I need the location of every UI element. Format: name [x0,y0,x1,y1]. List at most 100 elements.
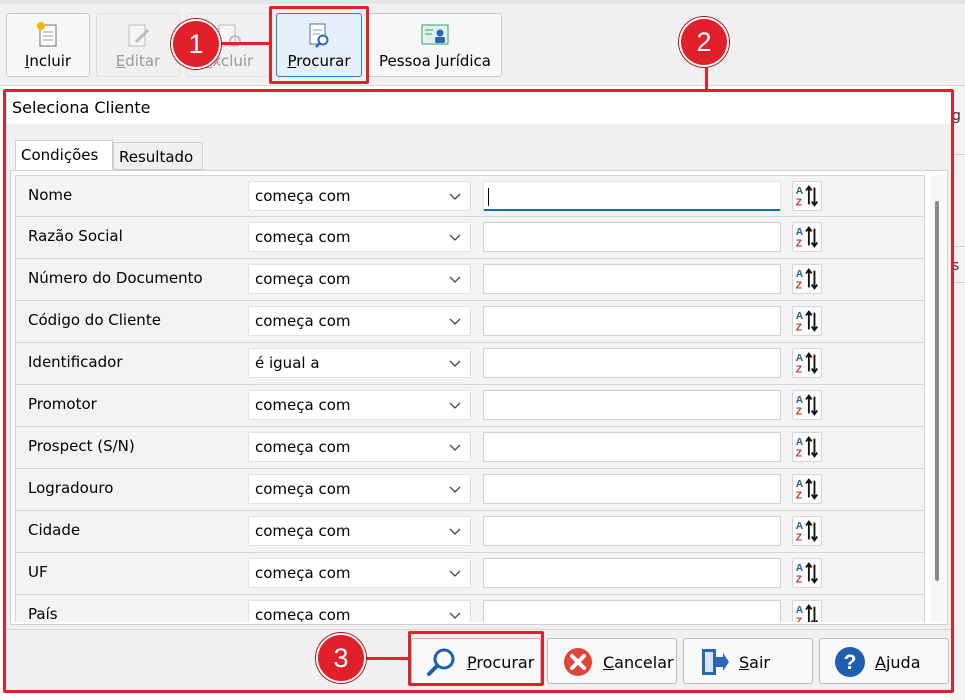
condition-value-input[interactable] [483,600,781,622]
cancelar-button-label: Cancelar [603,653,674,672]
operator-value: começa com [255,606,351,622]
cancel-icon [564,648,592,676]
operator-select[interactable]: começa com [248,264,471,294]
operator-select[interactable]: começa com [248,390,471,420]
condition-row: Número do Documento começa com A Z [15,259,925,301]
svg-text:A: A [796,563,804,574]
operator-select[interactable]: começa com [248,474,471,504]
condition-value-input[interactable] [483,516,781,546]
sort-button[interactable]: AZ [792,390,822,420]
sort-az-icon: AZ [796,185,819,208]
chevron-down-icon [449,444,461,451]
operator-select[interactable]: começa com [248,222,471,252]
dialog-title: Seleciona Cliente [5,92,951,124]
chevron-down-icon [449,486,461,493]
edit-document-icon [128,24,150,47]
sair-button-label: Sair [739,653,770,672]
sort-az-icon: AZ [796,352,819,375]
pessoa-juridica-button[interactable]: Pessoa Jurídica [368,13,502,77]
svg-text:A: A [796,311,804,322]
sort-button[interactable]: AZ [792,222,822,252]
field-name-label: Logradouro [28,479,114,497]
tab-condicoes-label: Condições [21,146,99,164]
chevron-down-icon [449,193,461,200]
chevron-down-icon [449,528,461,535]
condition-value-input[interactable] [483,306,781,336]
dialog-button-bar: Procurar Cancelar Sair ? Ajuda [5,629,951,692]
incluir-button[interactable]: Incluir [6,13,90,77]
help-icon: ? [835,647,865,677]
sort-button[interactable]: AZ [792,181,822,211]
condition-row: Nome começa com A Z [15,175,925,217]
sort-az-icon: AZ [796,478,819,501]
procurar-label: Procurar [287,52,351,70]
chevron-down-icon [449,234,461,241]
operator-select[interactable]: começa com [248,306,471,336]
svg-text:Z: Z [796,280,802,291]
sort-button[interactable]: AZ [792,474,822,504]
operator-select[interactable]: começa com [248,181,471,211]
pessoa-juridica-label: Pessoa Jurídica [379,52,491,70]
condition-value-input[interactable] [483,181,781,211]
svg-text:Z: Z [796,322,802,333]
svg-text:A: A [796,227,804,238]
condition-row: UF começa com A Z [15,553,925,595]
condition-row: Razão Social começa com A Z [15,217,925,259]
field-name-label: País [28,605,58,622]
svg-text:Z: Z [796,406,802,417]
sort-button[interactable]: AZ [792,348,822,378]
sort-az-icon: AZ [796,226,819,249]
chevron-down-icon [449,570,461,577]
svg-text:A: A [796,395,804,406]
vertical-scrollbar[interactable] [931,175,945,622]
cancelar-button[interactable]: Cancelar [547,638,677,684]
condition-value-input[interactable] [483,390,781,420]
sort-button[interactable]: AZ [792,432,822,462]
sort-button[interactable]: AZ [792,558,822,588]
exit-door-icon [702,649,729,675]
sort-button[interactable]: AZ [792,264,822,294]
sort-az-icon: AZ [796,394,819,417]
chevron-down-icon [449,276,461,283]
editar-button[interactable]: Editar [96,13,180,77]
chevron-down-icon [449,360,461,367]
editar-label: Editar [115,52,161,70]
operator-select[interactable]: começa com [248,600,471,622]
operator-value: começa com [255,564,351,582]
condition-value-input[interactable] [483,264,781,294]
operator-select[interactable]: começa com [248,432,471,462]
condition-row: País começa com A Z [15,595,925,622]
svg-text:Z: Z [796,616,802,622]
sort-button[interactable]: AZ [792,306,822,336]
operator-value: começa com [255,522,351,540]
text-caret [488,188,489,206]
condition-value-input[interactable] [483,222,781,252]
ajuda-button[interactable]: ? Ajuda [819,638,949,684]
sort-az-icon: AZ [796,436,819,459]
procurar-toolbar-button[interactable]: Procurar [276,13,362,77]
tab-condicoes[interactable]: Condições [15,140,113,170]
new-document-icon [37,22,57,47]
sort-button[interactable]: AZ [792,600,822,622]
tab-resultado-label: Resultado [119,148,194,166]
operator-select[interactable]: começa com [248,558,471,588]
condition-value-input[interactable] [483,474,781,504]
background-text-fragment: s [952,258,960,274]
field-name-label: Número do Documento [28,269,203,287]
procurar-button[interactable]: Procurar [411,638,541,684]
scrollbar-thumb[interactable] [935,201,939,581]
condition-row: Identificador é igual a AZ [15,343,925,385]
field-name-label: Identificador [28,353,123,371]
callout-connector-1 [222,42,270,45]
operator-select[interactable]: começa com [248,516,471,546]
condition-value-input[interactable] [483,558,781,588]
svg-text:Z: Z [796,574,802,585]
tab-resultado[interactable]: Resultado [113,142,203,170]
search-icon [427,648,455,676]
operator-select[interactable]: é igual a [248,348,471,378]
sort-button[interactable]: AZ [792,516,822,546]
svg-text:A: A [796,186,804,197]
condition-value-input[interactable] [483,348,781,378]
sair-button[interactable]: Sair [683,638,813,684]
condition-value-input[interactable] [483,432,781,462]
